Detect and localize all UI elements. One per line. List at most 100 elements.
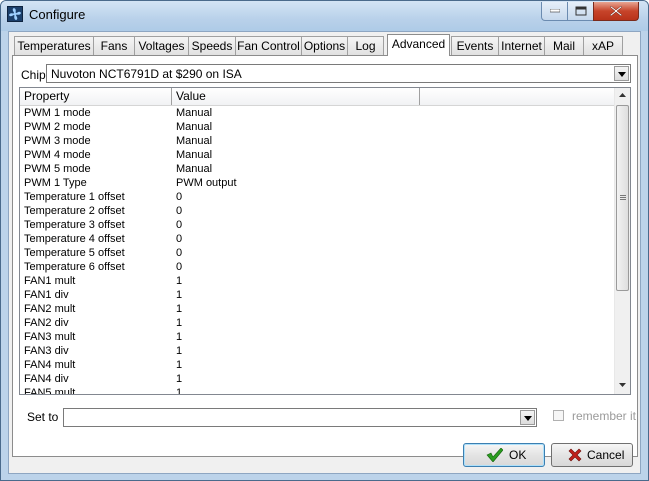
red-x-icon [568, 448, 582, 462]
column-header-value[interactable]: Value [172, 88, 420, 105]
table-row[interactable]: FAN2 div 1 [20, 316, 618, 330]
set-to-combobox[interactable] [63, 408, 537, 427]
property-cell: PWM 3 mode [24, 135, 91, 147]
value-cell: 1 [176, 359, 183, 371]
tab-advanced[interactable]: Advanced [387, 34, 450, 56]
minimize-icon [549, 9, 560, 13]
scroll-thumb[interactable] [616, 105, 629, 291]
value-cell: Manual [176, 163, 213, 175]
property-cell: FAN2 mult [24, 303, 76, 315]
checkbox-box[interactable] [553, 410, 564, 421]
table-row[interactable]: Temperature 1 offset 0 [20, 190, 618, 204]
property-cell: Temperature 5 offset [24, 247, 125, 259]
property-cell: Temperature 1 offset [24, 191, 125, 203]
grip-line [620, 195, 626, 196]
close-button[interactable] [593, 2, 639, 21]
dialog-client-area: Temperatures Fans Voltages Speeds Fan Co… [8, 31, 641, 474]
property-cell: Temperature 6 offset [24, 261, 125, 273]
property-list[interactable]: Property Value PWM 1 mode Manual PWM 2 mod… [19, 87, 631, 395]
set-to-label: Set to [27, 410, 59, 424]
value-cell: 1 [176, 387, 183, 395]
fan-app-icon [7, 6, 23, 22]
value-cell: 0 [176, 219, 183, 231]
value-cell: 1 [176, 317, 183, 329]
ok-button[interactable]: OK [463, 443, 545, 467]
table-row[interactable]: Temperature 6 offset 0 [20, 260, 618, 274]
property-cell: PWM 2 mode [24, 121, 91, 133]
table-row[interactable]: FAN2 mult 1 [20, 302, 618, 316]
maximize-button[interactable] [567, 2, 594, 21]
value-cell: Manual [176, 149, 213, 161]
tab-fan-control[interactable]: Fan Control [235, 36, 302, 55]
property-cell: PWM 5 mode [24, 163, 91, 175]
property-cell: FAN4 div [24, 373, 69, 385]
table-row[interactable]: PWM 4 mode Manual [20, 148, 618, 162]
checkmark-icon [486, 448, 503, 462]
tab-events[interactable]: Events [451, 36, 499, 55]
maximize-icon [575, 6, 586, 16]
cancel-button-label: Cancel [587, 448, 625, 462]
table-row[interactable]: FAN1 mult 1 [20, 274, 618, 288]
chip-label: Chip [21, 68, 46, 82]
property-cell: Temperature 3 offset [24, 219, 125, 231]
table-row[interactable]: PWM 2 mode Manual [20, 120, 618, 134]
table-row[interactable]: FAN1 div 1 [20, 288, 618, 302]
property-cell: PWM 1 Type [24, 177, 87, 189]
scroll-down-arrow-icon [619, 383, 626, 387]
advanced-tab-panel: Chip Nuvoton NCT6791D at $290 on ISA Pro… [12, 55, 638, 457]
tab-log[interactable]: Log [347, 36, 384, 55]
value-cell: 0 [176, 233, 183, 245]
table-row[interactable]: Temperature 4 offset 0 [20, 232, 618, 246]
table-row[interactable]: FAN4 div 1 [20, 372, 618, 386]
table-row[interactable]: FAN5 mult 1 [20, 386, 618, 395]
chip-dropdown-button[interactable] [614, 66, 629, 81]
value-cell: Manual [176, 135, 213, 147]
table-row[interactable]: PWM 5 mode Manual [20, 162, 618, 176]
value-cell: Manual [176, 107, 213, 119]
tab-xap[interactable]: xAP [583, 36, 623, 55]
grip-line [620, 197, 626, 198]
set-to-dropdown-button[interactable] [520, 410, 535, 425]
table-row[interactable]: PWM 1 Type PWM output [20, 176, 618, 190]
tab-voltages[interactable]: Voltages [134, 36, 189, 55]
vertical-scrollbar[interactable] [614, 88, 630, 394]
minimize-button[interactable] [541, 2, 568, 21]
tab-temperatures[interactable]: Temperatures [14, 36, 94, 55]
tab-mail[interactable]: Mail [544, 36, 584, 55]
value-cell: 0 [176, 191, 183, 203]
column-header-property[interactable]: Property [20, 88, 172, 105]
property-cell: PWM 4 mode [24, 149, 91, 161]
chevron-down-icon [618, 72, 626, 77]
table-row[interactable]: Temperature 2 offset 0 [20, 204, 618, 218]
tab-strip: Temperatures Fans Voltages Speeds Fan Co… [14, 34, 634, 56]
value-cell: Manual [176, 121, 213, 133]
value-cell: PWM output [176, 177, 237, 189]
tab-options[interactable]: Options [301, 36, 348, 55]
table-row[interactable]: FAN4 mult 1 [20, 358, 618, 372]
table-row[interactable]: Temperature 5 offset 0 [20, 246, 618, 260]
property-cell: PWM 1 mode [24, 107, 91, 119]
property-cell: FAN3 div [24, 345, 69, 357]
remember-it-label: remember it [572, 409, 637, 423]
property-cell: Temperature 4 offset [24, 233, 125, 245]
table-row[interactable]: PWM 1 mode Manual [20, 106, 618, 120]
value-cell: 0 [176, 205, 183, 217]
value-cell: 1 [176, 303, 183, 315]
chip-select[interactable]: Nuvoton NCT6791D at $290 on ISA [46, 64, 631, 83]
table-row[interactable]: FAN3 div 1 [20, 344, 618, 358]
table-row[interactable]: Temperature 3 offset 0 [20, 218, 618, 232]
value-cell: 1 [176, 345, 183, 357]
value-cell: 1 [176, 275, 183, 287]
table-row[interactable]: PWM 3 mode Manual [20, 134, 618, 148]
chip-select-value: Nuvoton NCT6791D at $290 on ISA [51, 67, 242, 81]
tab-fans[interactable]: Fans [93, 36, 135, 55]
tab-speeds[interactable]: Speeds [188, 36, 236, 55]
title-bar[interactable]: Configure [1, 1, 648, 31]
tab-internet[interactable]: Internet [498, 36, 545, 55]
table-row[interactable]: FAN3 mult 1 [20, 330, 618, 344]
cancel-button[interactable]: Cancel [551, 443, 633, 467]
property-cell: FAN5 mult [24, 387, 76, 395]
scroll-down-button[interactable] [615, 378, 630, 394]
property-cell: FAN3 mult [24, 331, 76, 343]
scroll-up-button[interactable] [615, 88, 630, 104]
